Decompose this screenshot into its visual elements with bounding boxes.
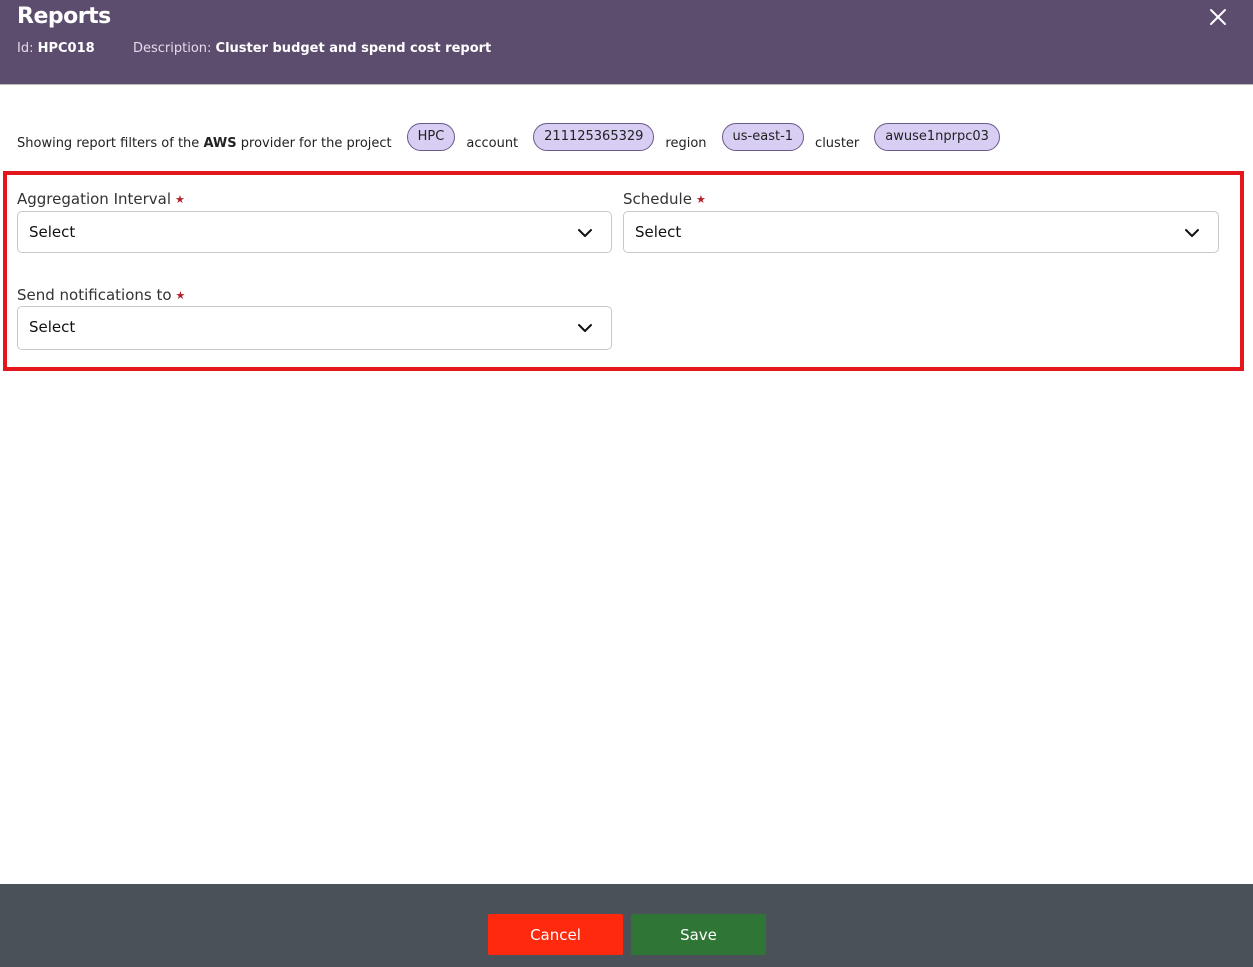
cluster-chip: awuse1nprpc03 (874, 123, 1000, 151)
notifications-select[interactable]: Select (17, 306, 612, 350)
required-star-icon: ★ (695, 193, 706, 206)
notifications-label: Send notifications to ★ (17, 286, 185, 304)
dialog-header: Reports Id: HPC018 Description: Cluster … (0, 0, 1253, 85)
filter-summary: Showing report filters of the AWS provid… (17, 123, 1000, 153)
region-chip: us-east-1 (721, 123, 805, 151)
cancel-button[interactable]: Cancel (488, 914, 623, 955)
aggregation-interval-value: Select (29, 223, 76, 241)
dialog-footer: Cancel Save (0, 884, 1253, 967)
filter-prefix-text: Showing report filters of the (17, 136, 204, 151)
project-chip: HPC (406, 123, 456, 151)
schedule-value: Select (635, 223, 682, 241)
account-label: account (466, 136, 519, 151)
notifications-label-text: Send notifications to (17, 286, 172, 304)
close-button[interactable] (1209, 8, 1227, 26)
schedule-label-text: Schedule (623, 190, 692, 208)
required-star-icon: ★ (175, 289, 186, 302)
close-icon (1210, 9, 1226, 25)
aggregation-interval-label: Aggregation Interval ★ (17, 190, 185, 208)
filter-prefix: Showing report filters of the AWS provid… (17, 135, 392, 153)
schedule-select[interactable]: Select (623, 211, 1219, 253)
aggregation-interval-select[interactable]: Select (17, 211, 612, 253)
reports-dialog: Reports Id: HPC018 Description: Cluster … (0, 0, 1253, 967)
dialog-title: Reports (17, 4, 111, 29)
region-label: region (665, 136, 707, 151)
save-button[interactable]: Save (631, 914, 766, 955)
chevron-down-icon (577, 225, 593, 241)
chevron-down-icon (1184, 225, 1200, 241)
notifications-value: Select (29, 318, 76, 336)
provider-name: AWS (203, 136, 237, 151)
id-label: Id: (17, 41, 34, 56)
aggregation-interval-label-text: Aggregation Interval (17, 190, 172, 208)
chevron-down-icon (577, 320, 593, 336)
id-value: HPC018 (37, 41, 95, 56)
report-meta: Id: HPC018 Description: Cluster budget a… (17, 41, 491, 56)
provider-suffix-text: provider for the project (236, 136, 392, 151)
schedule-label: Schedule ★ (623, 190, 706, 208)
description-label: Description: (132, 41, 212, 56)
description-value: Cluster budget and spend cost report (215, 41, 492, 56)
account-chip: 211125365329 (533, 123, 655, 151)
cluster-label: cluster (815, 136, 860, 151)
required-star-icon: ★ (175, 193, 185, 206)
